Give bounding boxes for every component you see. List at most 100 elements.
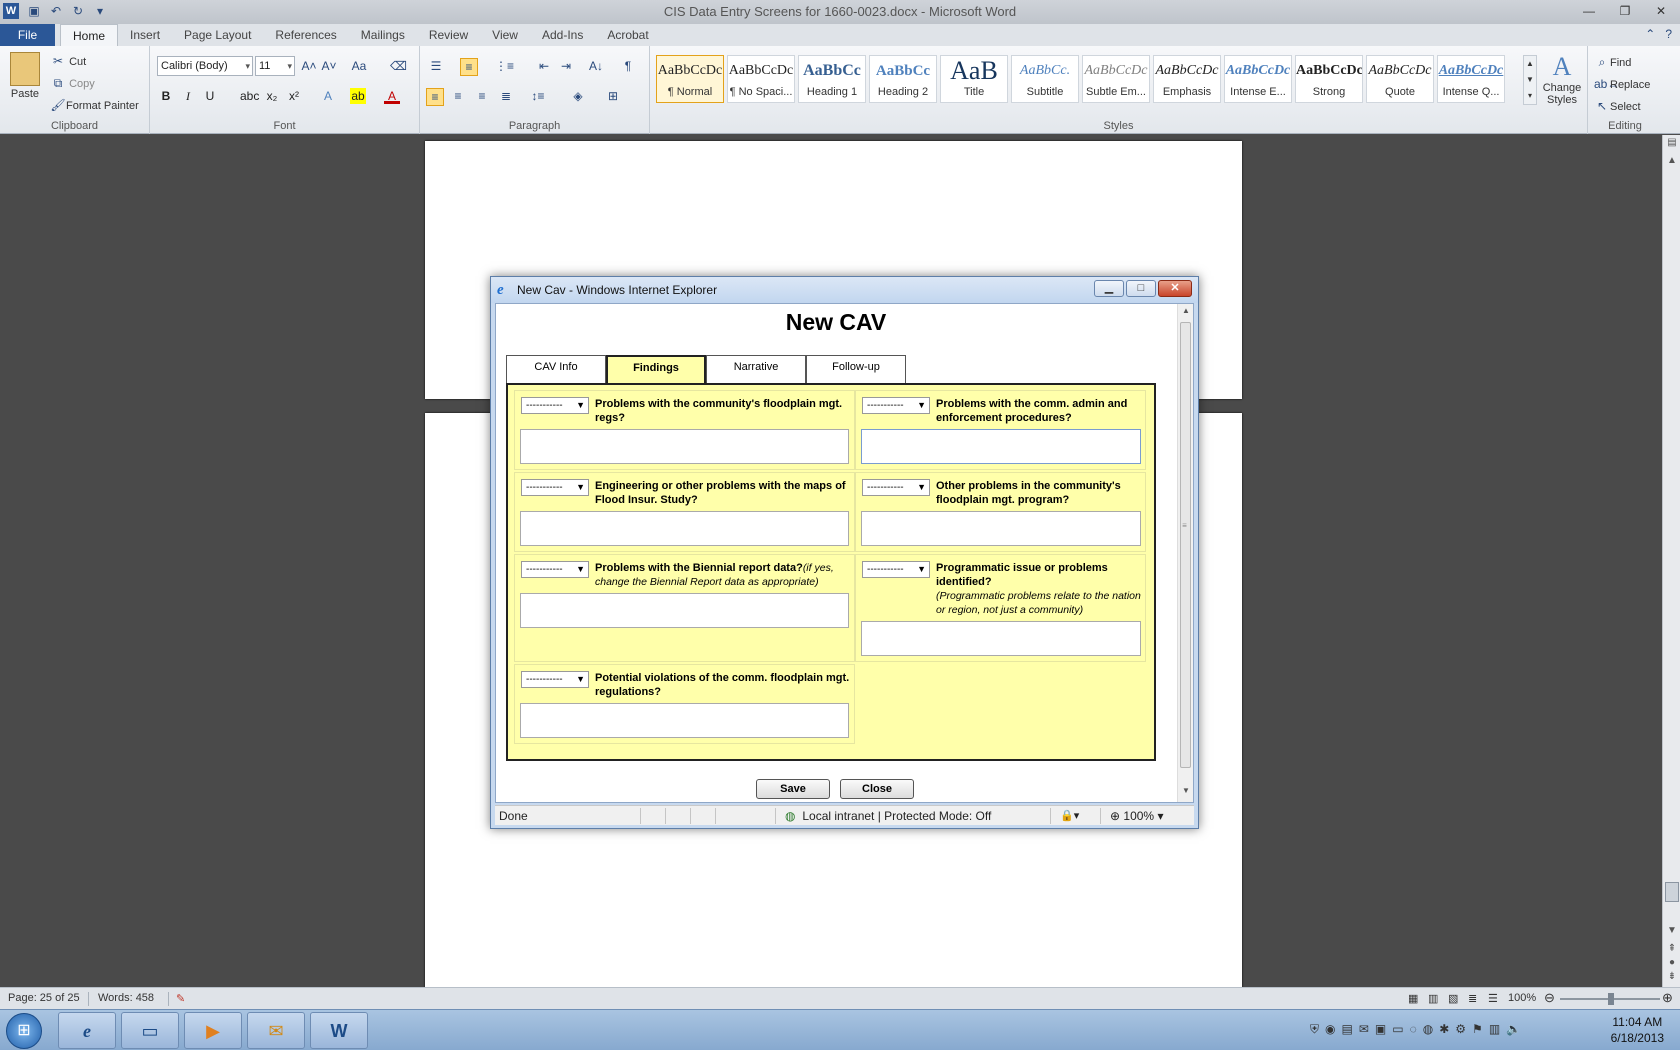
volume-icon[interactable]: 🔈 — [1506, 1022, 1521, 1037]
help-icon[interactable]: ? — [1665, 27, 1672, 41]
shrink-font-button[interactable]: A˅ — [321, 58, 337, 74]
ruler-toggle-icon[interactable]: ▤ — [1663, 137, 1680, 148]
justify-button[interactable]: ≣ — [498, 88, 514, 104]
zoom-in-icon[interactable]: ⊕ — [1662, 990, 1673, 1006]
paste-button[interactable]: Paste — [8, 52, 42, 100]
scroll-thumb[interactable] — [1180, 322, 1191, 768]
bold-button[interactable]: B — [158, 88, 174, 104]
tools-icon[interactable]: ⚙ — [1455, 1022, 1466, 1037]
tab-cav-info[interactable]: CAV Info — [506, 355, 606, 383]
tab-page-layout[interactable]: Page Layout — [172, 24, 263, 46]
taskbar-internet-explorer[interactable]: e — [58, 1012, 116, 1049]
tab-narrative[interactable]: Narrative — [706, 355, 806, 383]
finding-select[interactable]: ----------- ▼ — [521, 561, 589, 578]
find-button[interactable]: ⌕ Find — [1594, 54, 1632, 70]
taskbar-word[interactable]: W — [310, 1012, 368, 1049]
browse-object-icon[interactable]: ● — [1663, 957, 1680, 968]
style-subtle-emphasis[interactable]: AaBbCcDc Subtle Em... — [1082, 55, 1150, 103]
minimize-icon[interactable]: — — [1578, 2, 1600, 20]
align-center-button[interactable]: ≡ — [450, 88, 466, 104]
tab-mailings[interactable]: Mailings — [349, 24, 417, 46]
finding-select[interactable]: ----------- ▼ — [862, 561, 930, 578]
replace-button[interactable]: ab↔Replace — [1594, 76, 1650, 92]
restore-icon[interactable]: ❐ — [1614, 2, 1636, 20]
finding-comment-field[interactable] — [520, 593, 849, 628]
style-intense-emphasis[interactable]: AaBbCcDc Intense E... — [1224, 55, 1292, 103]
subscript-button[interactable]: x₂ — [264, 88, 280, 104]
scroll-down-icon[interactable]: ▼ — [1663, 925, 1680, 936]
format-painter-button[interactable]: 🖌Format Painter — [50, 97, 138, 113]
style-heading-1[interactable]: AaBbCc Heading 1 — [798, 55, 866, 103]
tab-file[interactable]: File — [0, 24, 55, 46]
cut-button[interactable]: ✂ Cut — [50, 53, 86, 69]
decrease-indent-button[interactable]: ⇤ — [536, 58, 552, 74]
style-heading-2[interactable]: AaBbCc Heading 2 — [869, 55, 937, 103]
underline-button[interactable]: U — [202, 88, 218, 104]
bullets-button[interactable]: ☰ — [428, 58, 444, 74]
italic-button[interactable]: I — [180, 88, 196, 104]
close-button[interactable]: Close — [840, 779, 914, 799]
select-button[interactable]: ↖ Select — [1594, 98, 1641, 114]
style-intense-quote[interactable]: AaBbCcDc Intense Q... — [1437, 55, 1505, 103]
ie-title-bar[interactable]: e New Cav - Windows Internet Explorer ▁ … — [491, 277, 1198, 303]
document-vertical-scrollbar[interactable]: ▤ ▲ ▼ ⇞ ● ⇟ — [1662, 135, 1680, 987]
ie-vertical-scrollbar[interactable]: ▲ ≡ ▼ — [1177, 304, 1193, 802]
tab-follow-up[interactable]: Follow-up — [806, 355, 906, 383]
copy-button[interactable]: ⧉ Copy — [50, 75, 95, 91]
style-quote[interactable]: AaBbCcDc Quote — [1366, 55, 1434, 103]
style-subtitle[interactable]: AaBbCc. Subtitle — [1011, 55, 1079, 103]
maximize-icon[interactable]: □ — [1126, 280, 1156, 297]
increase-indent-button[interactable]: ⇥ — [558, 58, 574, 74]
font-name-combo[interactable]: Calibri (Body) ▾ — [157, 56, 253, 76]
web-layout-icon[interactable]: ▧ — [1448, 992, 1458, 1005]
tab-home[interactable]: Home — [60, 24, 119, 46]
finding-comment-field[interactable] — [861, 511, 1141, 546]
full-screen-reading-icon[interactable]: ▥ — [1428, 992, 1438, 1005]
print-layout-icon[interactable]: ▦ — [1408, 992, 1418, 1005]
align-left-button[interactable]: ≡ — [426, 88, 444, 106]
numbering-button[interactable]: ≡ — [460, 58, 478, 76]
finding-select[interactable]: ----------- ▼ — [521, 479, 589, 496]
zoom-slider-thumb[interactable] — [1608, 993, 1614, 1005]
draft-icon[interactable]: ☰ — [1488, 992, 1498, 1005]
proofing-icon[interactable]: ✎ — [176, 992, 185, 1005]
finding-select[interactable]: ----------- ▼ — [521, 397, 589, 414]
style-title[interactable]: AaB Title — [940, 55, 1008, 103]
finding-comment-field[interactable] — [520, 511, 849, 546]
tab-view[interactable]: View — [480, 24, 530, 46]
scroll-down-icon[interactable]: ▼ — [1178, 786, 1193, 800]
protected-mode-icon[interactable]: 🔒▾ — [1060, 809, 1079, 822]
finding-comment-field[interactable] — [861, 429, 1141, 464]
close-icon[interactable]: ✕ — [1650, 2, 1672, 20]
grow-font-button[interactable]: A˄ — [301, 58, 317, 74]
style-no-spacing[interactable]: AaBbCcDc ¶ No Spaci... — [727, 55, 795, 103]
font-color-button[interactable]: A — [384, 88, 400, 104]
sort-button[interactable]: A↓ — [588, 58, 604, 74]
display-icon[interactable]: ▤ — [1342, 1022, 1353, 1037]
clear-formatting-button[interactable]: ⌫ — [390, 58, 407, 74]
scroll-up-icon[interactable]: ▲ — [1178, 306, 1193, 320]
styles-scroll[interactable]: ▲ ▼ ▾ — [1523, 55, 1537, 105]
highlight-button[interactable]: ab — [350, 88, 366, 104]
previous-page-icon[interactable]: ⇞ — [1663, 943, 1680, 954]
notes-icon[interactable]: ▣ — [1375, 1022, 1386, 1037]
align-right-button[interactable]: ≡ — [474, 88, 490, 104]
zoom-slider[interactable] — [1560, 993, 1660, 1005]
word-count[interactable]: Words: 458 — [98, 992, 154, 1004]
zoom-control[interactable]: ⊕ 100% ▾ — [1110, 809, 1163, 823]
change-case-button[interactable]: Aa — [351, 58, 367, 74]
style-normal[interactable]: AaBbCcDc ¶ Normal — [656, 55, 724, 103]
envelope-icon[interactable]: ✉ — [1359, 1022, 1369, 1037]
save-button[interactable]: Save — [756, 779, 830, 799]
taskbar-outlook[interactable]: ✉ — [247, 1012, 305, 1049]
text-effects-button[interactable]: A — [320, 88, 336, 104]
show-marks-button[interactable]: ¶ — [620, 58, 636, 74]
style-strong[interactable]: AaBbCcDc Strong — [1295, 55, 1363, 103]
style-emphasis[interactable]: AaBbCcDc Emphasis — [1153, 55, 1221, 103]
font-size-combo[interactable]: 11 ▾ — [255, 56, 295, 76]
system-clock[interactable]: 11:04 AM 6/18/2013 — [1611, 1014, 1664, 1046]
line-spacing-button[interactable]: ↕≡ — [530, 88, 546, 104]
start-button[interactable]: ⊞ — [6, 1013, 42, 1049]
minimize-ribbon-icon[interactable]: ⌃ — [1645, 27, 1655, 41]
monitor-icon[interactable]: ▭ — [1392, 1022, 1403, 1037]
